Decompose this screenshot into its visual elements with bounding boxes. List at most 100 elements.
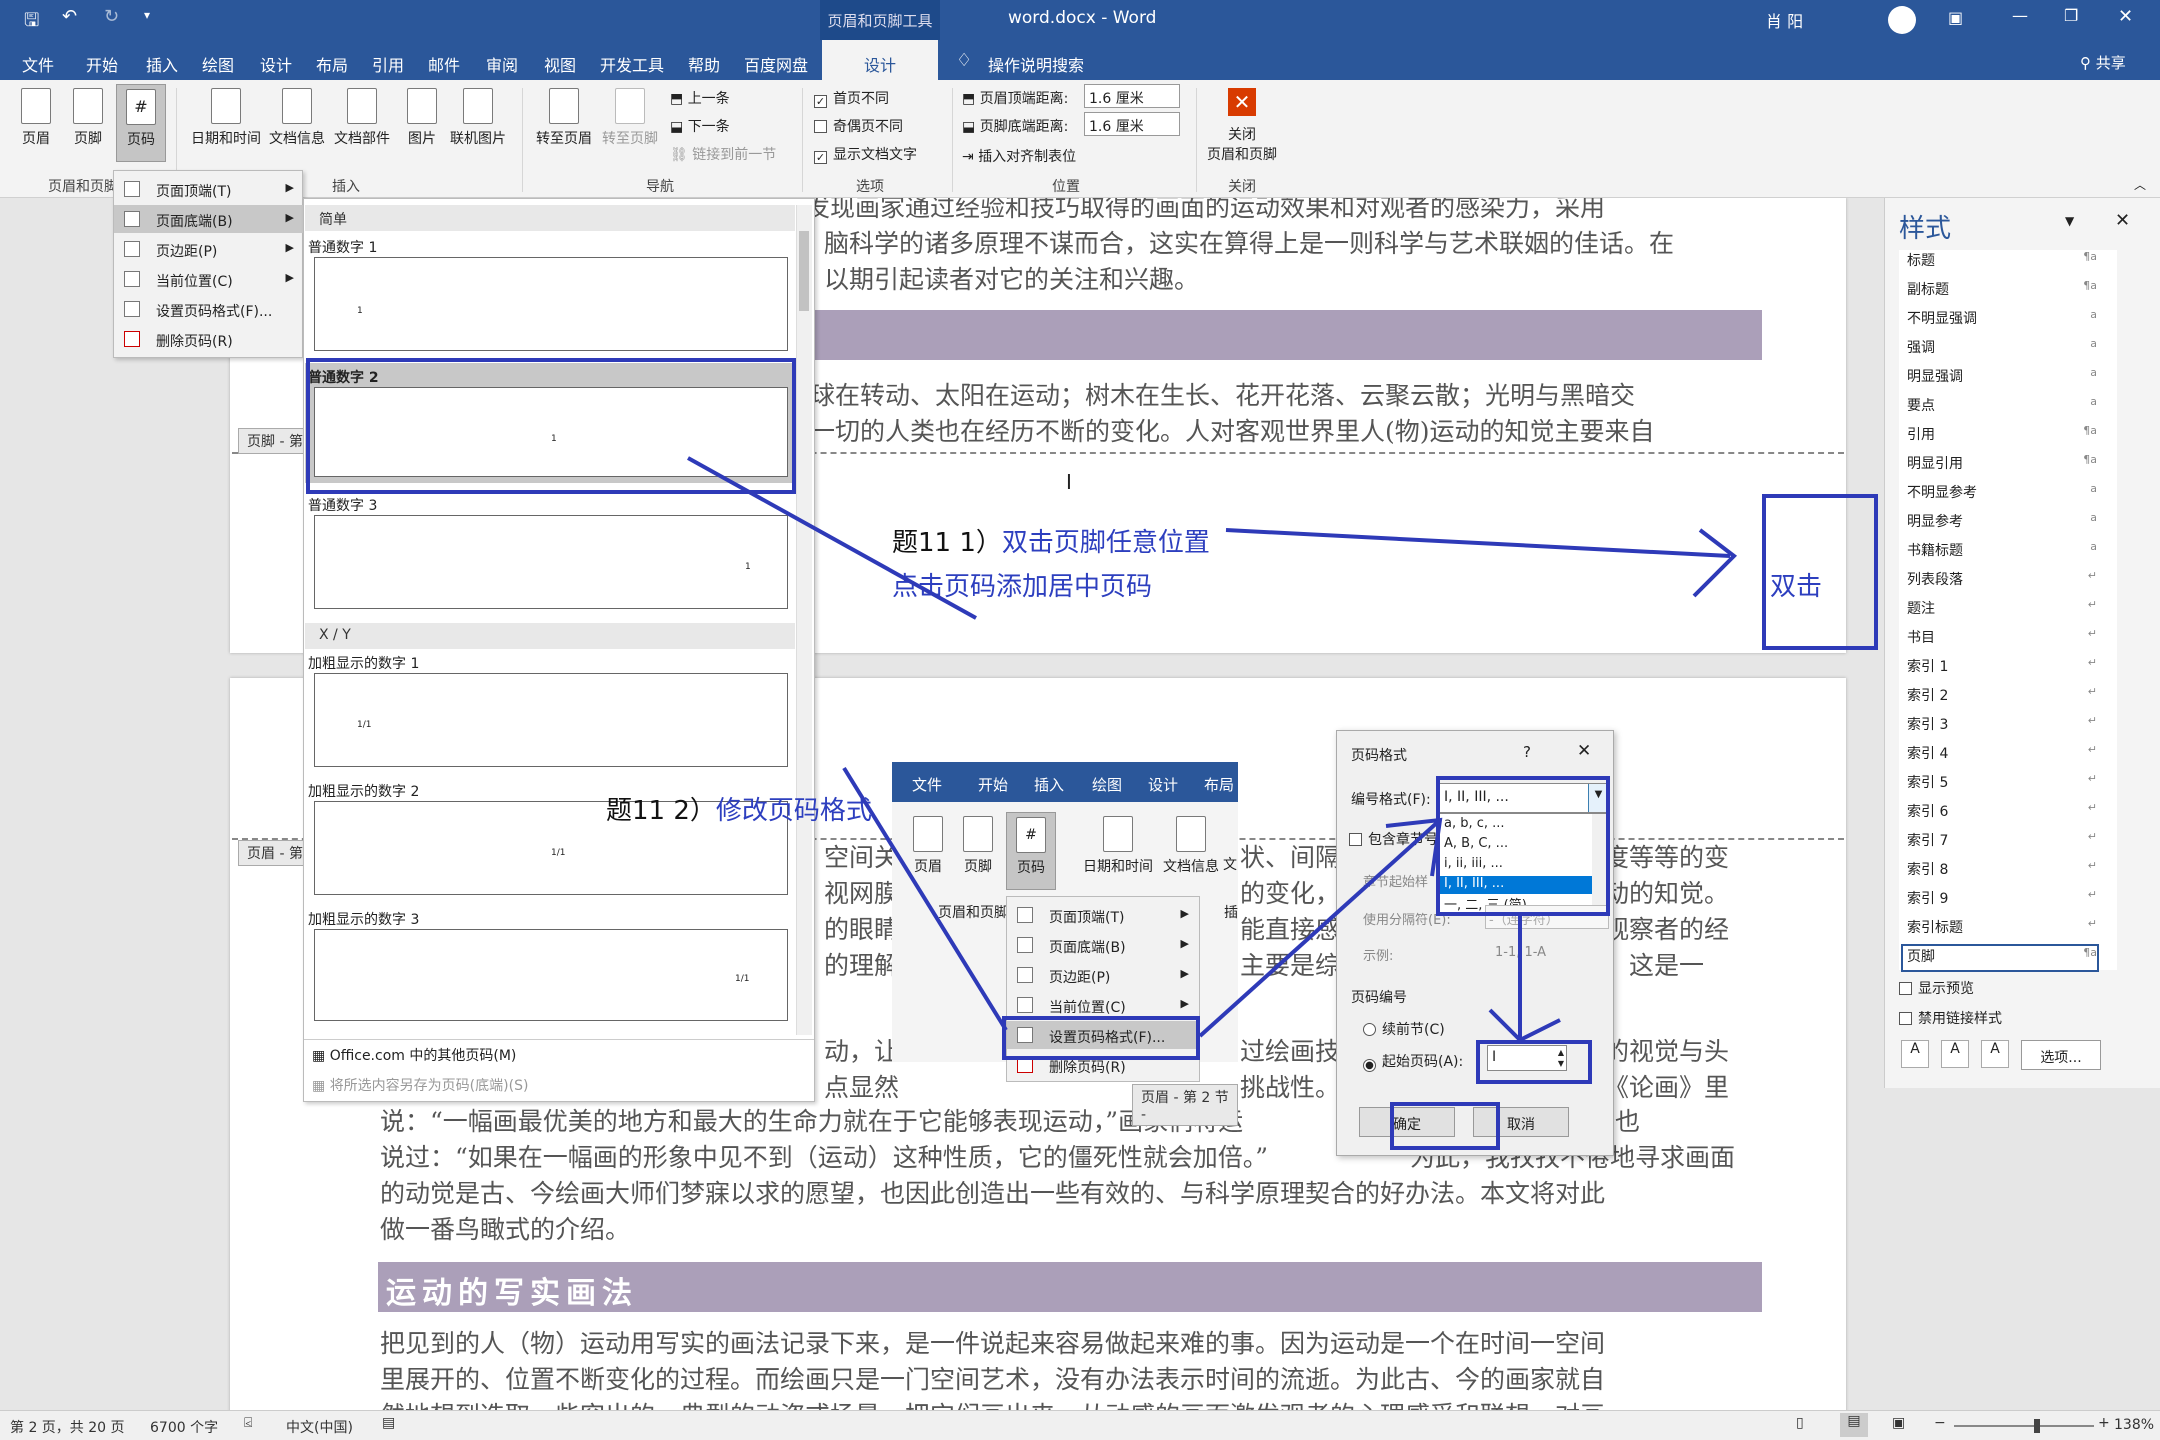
style-item-label: 索引 4 <box>1907 746 1949 762</box>
style-item[interactable]: 索引 5 ↵ <box>1907 772 2097 792</box>
style-type-icon: ¶a <box>2083 424 2097 437</box>
style-item[interactable]: 明显引用 ¶a <box>1907 453 2097 473</box>
style-item-label: 标题 <box>1907 253 1935 269</box>
style-item[interactable]: 索引 6 ↵ <box>1907 801 2097 821</box>
style-item[interactable]: 不明显强调 a <box>1907 308 2097 328</box>
style-item[interactable]: 索引标题 ↵ <box>1907 917 2097 937</box>
chevron-down-icon[interactable]: ▼ <box>2065 214 2074 228</box>
show-preview-checkbox[interactable]: 显示预览 <box>1899 978 1974 998</box>
styles-pane: 样式 ▼ ✕ 显示预览 禁用链接样式 A A A 选项... 标题 ¶a 副标题 ¶a… <box>1884 198 2160 1088</box>
style-item-label: 索引 6 <box>1907 804 1949 820</box>
status-bar: 第 2 页，共 20 页 6700 个字 ⍃ 中文(中国) ▤ ▯ ▤ ▣ − … <box>0 1410 2160 1440</box>
style-type-icon: ↵ <box>2087 772 2097 785</box>
web-layout-icon[interactable]: ▣ <box>1892 1415 1905 1431</box>
style-type-icon: a <box>2090 482 2097 495</box>
arrowhead-icon <box>1488 1008 1561 1043</box>
style-item-label: 明显引用 <box>1907 456 1963 472</box>
style-item[interactable]: 强调 a <box>1907 337 2097 357</box>
style-type-icon: a <box>2090 540 2097 553</box>
style-item[interactable]: 标题 ¶a <box>1907 250 2097 270</box>
style-item-label: 索引 3 <box>1907 717 1949 733</box>
style-item[interactable]: 列表段落 ↵ <box>1907 569 2097 589</box>
style-item[interactable]: 明显参考 a <box>1907 511 2097 531</box>
style-item[interactable]: 索引 2 ↵ <box>1907 685 2097 705</box>
style-type-icon: ↵ <box>2087 627 2097 640</box>
print-layout-icon[interactable]: ▤ <box>1840 1413 1868 1437</box>
zoom-thumb[interactable] <box>2034 1419 2040 1433</box>
style-item[interactable]: 要点 a <box>1907 395 2097 415</box>
style-type-icon: ↵ <box>2087 685 2097 698</box>
style-item[interactable]: 索引 4 ↵ <box>1907 743 2097 763</box>
style-item-label: 明显参考 <box>1907 514 1963 530</box>
style-item[interactable]: 索引 7 ↵ <box>1907 830 2097 850</box>
style-item[interactable]: 索引 3 ↵ <box>1907 714 2097 734</box>
style-item[interactable]: 书籍标题 a <box>1907 540 2097 560</box>
style-type-icon: a <box>2090 511 2097 524</box>
style-item[interactable]: 副标题 ¶a <box>1907 279 2097 299</box>
show-preview-label: 显示预览 <box>1918 981 1974 997</box>
style-item[interactable]: 不明显参考 a <box>1907 482 2097 502</box>
annotation-arrows <box>687 456 1738 1043</box>
disable-linked-label: 禁用链接样式 <box>1918 1011 2002 1027</box>
style-item[interactable]: 索引 1 ↵ <box>1907 656 2097 676</box>
style-type-icon: ↵ <box>2087 830 2097 843</box>
style-item-label: 索引标题 <box>1907 920 1963 936</box>
close-pane-button[interactable]: ✕ <box>2115 210 2130 231</box>
style-item-label: 题注 <box>1907 601 1935 617</box>
zoom-level[interactable]: 138% <box>2114 1417 2154 1433</box>
style-type-icon: ↵ <box>2087 917 2097 930</box>
style-item[interactable]: 索引 9 ↵ <box>1907 888 2097 908</box>
style-type-icon: ↵ <box>2087 714 2097 727</box>
style-item-label: 索引 8 <box>1907 862 1949 878</box>
checkbox-icon <box>1899 982 1912 995</box>
style-type-icon: a <box>2090 395 2097 408</box>
options-button[interactable]: 选项... <box>2021 1040 2101 1070</box>
style-item[interactable]: 索引 8 ↵ <box>1907 859 2097 879</box>
style-type-icon: ¶a <box>2083 279 2097 292</box>
proofing-icon[interactable]: ⍃ <box>244 1415 252 1431</box>
style-item[interactable]: 题注 ↵ <box>1907 598 2097 618</box>
language[interactable]: 中文(中国) <box>286 1417 353 1437</box>
arrow-line <box>687 456 977 620</box>
style-item-label: 索引 5 <box>1907 775 1949 791</box>
style-item-label: 副标题 <box>1907 282 1949 298</box>
style-item-label: 索引 7 <box>1907 833 1949 849</box>
style-type-icon: ¶a <box>2083 453 2097 466</box>
page-count[interactable]: 第 2 页，共 20 页 <box>10 1417 125 1437</box>
style-item[interactable]: 引用 ¶a <box>1907 424 2097 444</box>
word-count[interactable]: 6700 个字 <box>150 1417 218 1437</box>
style-type-icon: a <box>2090 337 2097 350</box>
disable-linked-checkbox[interactable]: 禁用链接样式 <box>1899 1008 2002 1028</box>
style-type-icon: ↵ <box>2087 743 2097 756</box>
zoom-in-button[interactable]: + <box>2098 1415 2110 1431</box>
style-type-icon: ↵ <box>2087 569 2097 582</box>
style-item[interactable]: 页脚 ¶a <box>1907 946 2097 966</box>
style-type-icon: a <box>2090 308 2097 321</box>
zoom-slider[interactable] <box>1954 1419 2094 1433</box>
style-item[interactable]: 书目 ↵ <box>1907 627 2097 647</box>
style-type-icon: ↵ <box>2087 656 2097 669</box>
style-item-label: 要点 <box>1907 398 1935 414</box>
arrow-line <box>1198 818 1442 1038</box>
style-item-label: 索引 1 <box>1907 659 1949 675</box>
manage-styles-icon[interactable]: A <box>1981 1040 2009 1068</box>
style-item-label: 索引 2 <box>1907 688 1949 704</box>
checkbox-icon <box>1899 1012 1912 1025</box>
arrow-line <box>1225 528 1731 558</box>
read-mode-icon[interactable]: ▯ <box>1796 1415 1804 1431</box>
style-type-icon: ↵ <box>2087 888 2097 901</box>
style-item-label: 强调 <box>1907 340 1935 356</box>
arrowhead-icon <box>1692 528 1738 598</box>
style-item-label: 列表段落 <box>1907 572 1963 588</box>
zoom-out-button[interactable]: − <box>1934 1415 1946 1431</box>
style-type-icon: ¶a <box>2083 946 2097 959</box>
macro-icon[interactable]: ▤ <box>382 1415 395 1431</box>
style-item-label: 不明显参考 <box>1907 485 1977 501</box>
style-inspector-icon[interactable]: A <box>1941 1040 1969 1068</box>
new-style-icon[interactable]: A <box>1901 1040 1929 1068</box>
styles-pane-title: 样式 <box>1899 214 1952 244</box>
style-item-label: 页脚 <box>1907 949 1935 965</box>
style-type-icon: ↵ <box>2087 598 2097 611</box>
style-item-label: 索引 9 <box>1907 891 1949 907</box>
style-item[interactable]: 明显强调 a <box>1907 366 2097 386</box>
